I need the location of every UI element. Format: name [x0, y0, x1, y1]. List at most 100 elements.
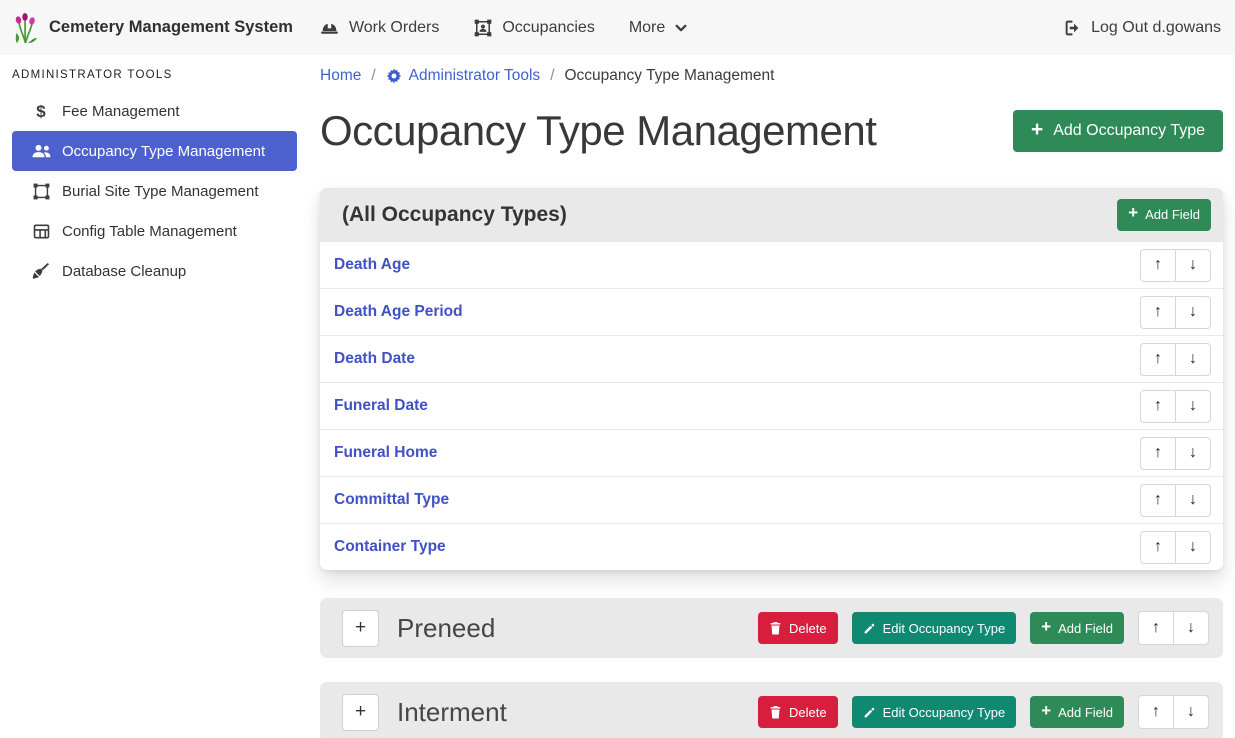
delete-label: Delete [789, 705, 827, 720]
occupancy-type-section-interment: + Interment Delete Edit Occupancy Type +Add … [320, 682, 1223, 738]
arrow-down-icon: ↓ [1187, 703, 1195, 721]
plus-icon: + [1041, 703, 1051, 720]
reorder-buttons: ↑↓ [1140, 249, 1211, 282]
breadcrumb: Home / Administrator Tools / Occupancy T… [320, 65, 1223, 86]
move-down-button[interactable]: ↓ [1175, 390, 1211, 423]
sidebar-item-occupancy-type-management[interactable]: Occupancy Type Management [12, 131, 297, 171]
move-up-button[interactable]: ↑ [1138, 611, 1174, 645]
move-down-button[interactable]: ↓ [1175, 531, 1211, 564]
add-occupancy-type-button[interactable]: + Add Occupancy Type [1013, 110, 1223, 152]
move-down-button[interactable]: ↓ [1175, 296, 1211, 329]
app-brand[interactable]: Cemetery Management System [12, 12, 293, 44]
field-link-death-age[interactable]: Death Age [334, 256, 410, 274]
delete-occupancy-type-button[interactable]: Delete [758, 612, 838, 644]
move-up-button[interactable]: ↑ [1140, 437, 1176, 470]
logout-icon [1062, 18, 1082, 38]
field-row: Funeral Home ↑ ↓ [320, 429, 1223, 476]
reorder-buttons: ↑↓ [1140, 296, 1211, 329]
arrow-up-icon: ↑ [1154, 444, 1162, 462]
field-link-funeral-date[interactable]: Funeral Date [334, 397, 428, 415]
field-link-death-age-period[interactable]: Death Age Period [334, 303, 463, 321]
panel-add-field-button[interactable]: + Add Field [1117, 199, 1211, 231]
move-up-button[interactable]: ↑ [1138, 695, 1174, 729]
breadcrumb-home-link[interactable]: Home [320, 67, 361, 85]
move-down-button[interactable]: ↓ [1175, 343, 1211, 376]
nav-item-occupancies[interactable]: Occupancies [473, 18, 595, 38]
field-row: Funeral Date ↑ ↓ [320, 382, 1223, 429]
reorder-buttons: ↑↓ [1138, 695, 1209, 729]
users-icon [30, 142, 52, 160]
panel-title: (All Occupancy Types) [342, 203, 567, 227]
move-up-button[interactable]: ↑ [1140, 484, 1176, 517]
move-up-button[interactable]: ↑ [1140, 249, 1176, 282]
arrow-down-icon: ↓ [1189, 444, 1197, 462]
logout-label: Log Out d.gowans [1091, 19, 1221, 37]
arrow-up-icon: ↑ [1154, 538, 1162, 556]
field-link-death-date[interactable]: Death Date [334, 350, 415, 368]
navbar-menu: Work Orders Occupancies More [319, 17, 688, 38]
edit-label: Edit Occupancy Type [883, 621, 1006, 636]
tulips-logo-icon [12, 12, 39, 44]
vector-square-icon [30, 182, 52, 201]
expand-section-button[interactable]: + [342, 694, 379, 731]
breadcrumb-separator: / [550, 67, 554, 85]
arrow-down-icon: ↓ [1189, 303, 1197, 321]
sidebar-item-fee-management[interactable]: $Fee Management [12, 91, 297, 131]
field-link-committal-type[interactable]: Committal Type [334, 491, 449, 509]
field-row: Death Date ↑ ↓ [320, 335, 1223, 382]
section-title: Interment [397, 697, 744, 728]
delete-occupancy-type-button[interactable]: Delete [758, 696, 838, 728]
title-row: Occupancy Type Management + Add Occupanc… [320, 104, 1223, 158]
expand-section-button[interactable]: + [342, 610, 379, 647]
panel-header: (All Occupancy Types) + Add Field [320, 188, 1223, 241]
plus-icon: + [1041, 619, 1051, 636]
move-up-button[interactable]: ↑ [1140, 531, 1176, 564]
trash-icon [769, 705, 782, 719]
reorder-buttons: ↑↓ [1140, 531, 1211, 564]
add-field-button[interactable]: +Add Field [1030, 696, 1124, 728]
logout-button[interactable]: Log Out d.gowans [1062, 18, 1221, 38]
plus-icon: + [1031, 120, 1043, 141]
move-down-button[interactable]: ↓ [1175, 484, 1211, 517]
move-down-button[interactable]: ↓ [1175, 437, 1211, 470]
pencil-icon [863, 706, 876, 719]
reorder-buttons: ↑↓ [1138, 611, 1209, 645]
sidebar-item-database-cleanup[interactable]: Database Cleanup [12, 251, 297, 291]
arrow-up-icon: ↑ [1154, 491, 1162, 509]
field-row: Death Age Period↑↓ [320, 288, 1223, 335]
move-down-button[interactable]: ↓ [1175, 249, 1211, 282]
field-link-container-type[interactable]: Container Type [334, 538, 446, 556]
occupancy-frame-icon [473, 18, 493, 38]
arrow-up-icon: ↑ [1154, 397, 1162, 415]
all-occupancy-types-panel: (All Occupancy Types) + Add Field Death … [320, 188, 1223, 570]
add-field-button[interactable]: + Add Field [1030, 612, 1124, 644]
sidebar-item-burial-site-type-management[interactable]: Burial Site Type Management [12, 171, 297, 211]
arrow-up-icon: ↑ [1154, 350, 1162, 368]
move-down-button[interactable]: ↓ [1173, 611, 1209, 645]
reorder-buttons: ↑↓ [1140, 484, 1211, 517]
field-row: Container Type↑↓ [320, 523, 1223, 570]
move-down-button[interactable]: ↓ [1173, 695, 1209, 729]
nav-item-label: Work Orders [349, 19, 439, 37]
sidebar-item-label: Occupancy Type Management [62, 143, 265, 160]
sidebar-item-config-table-management[interactable]: Config Table Management [12, 211, 297, 251]
field-link-funeral-home[interactable]: Funeral Home [334, 444, 437, 462]
edit-occupancy-type-button[interactable]: Edit Occupancy Type [852, 612, 1017, 644]
occupancy-type-section-preneed: +PreneedDeleteEdit Occupancy Type+Add Fi… [320, 598, 1223, 658]
breadcrumb-admin-tools-link[interactable]: Administrator Tools [386, 67, 541, 85]
move-up-button[interactable]: ↑ [1140, 390, 1176, 423]
move-up-button[interactable]: ↑ [1140, 343, 1176, 376]
page-layout: ADMINISTRATOR TOOLS $Fee ManagementOccup… [0, 55, 1235, 738]
arrow-up-icon: ↑ [1152, 703, 1160, 721]
breadcrumb-separator: / [371, 67, 375, 85]
arrow-up-icon: ↑ [1154, 256, 1162, 274]
panel-add-field-label: Add Field [1145, 207, 1200, 222]
trash-icon [769, 621, 782, 635]
edit-label: Edit Occupancy Type [883, 705, 1006, 720]
move-up-button[interactable]: ↑ [1140, 296, 1176, 329]
add-field-label: Add Field [1058, 621, 1113, 636]
nav-item-more[interactable]: More [629, 19, 688, 37]
top-navbar: Cemetery Management System Work Orders Oc… [0, 0, 1235, 55]
edit-occupancy-type-button[interactable]: Edit Occupancy Type [852, 696, 1017, 728]
nav-item-work-orders[interactable]: Work Orders [319, 17, 439, 38]
